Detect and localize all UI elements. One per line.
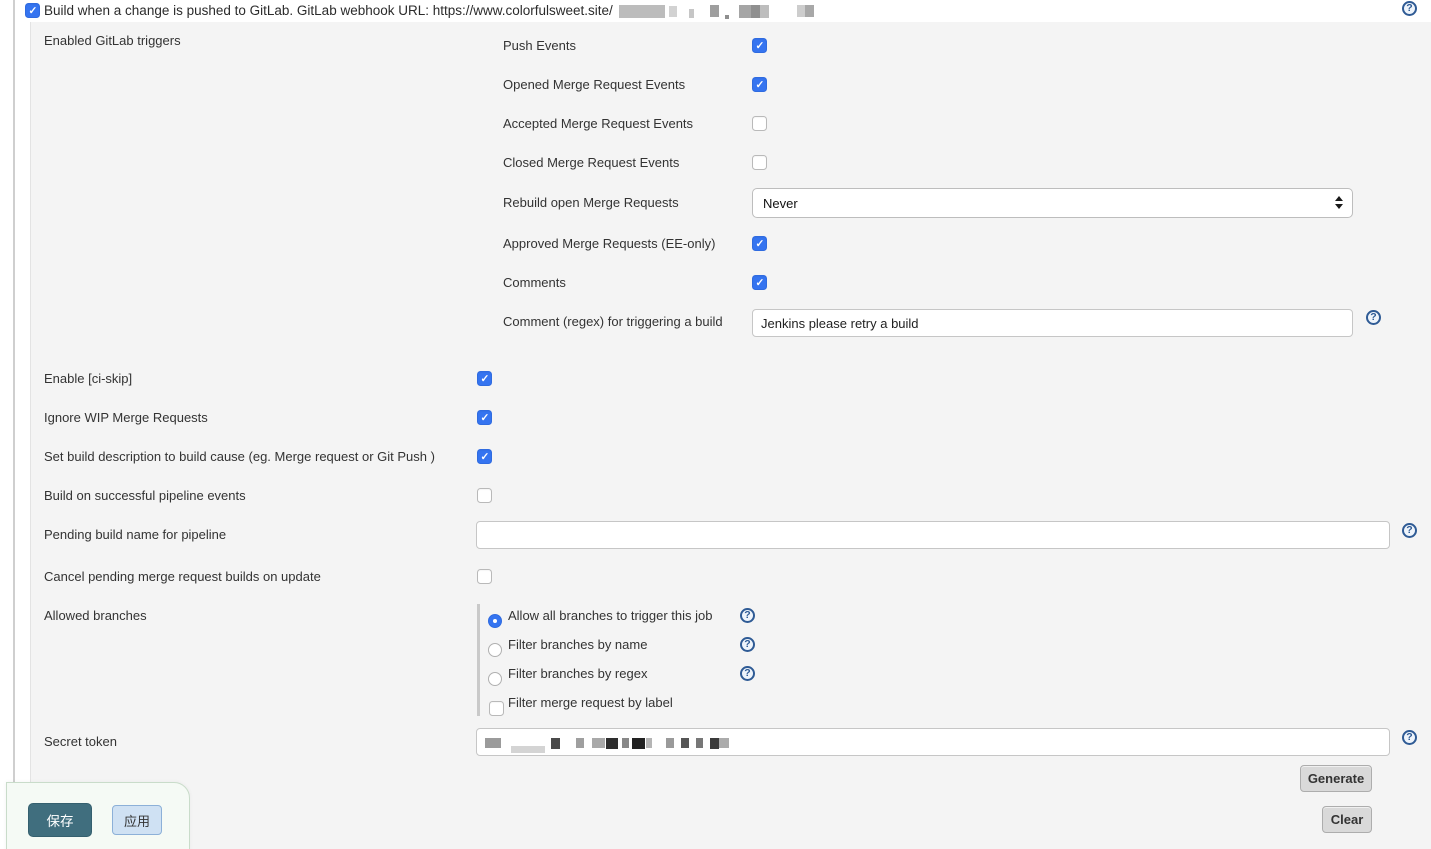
successful-pipeline-checkbox[interactable] (477, 488, 492, 503)
comment-regex-label: Comment (regex) for triggering a build (503, 314, 723, 329)
gitlab-trigger-config-page: Build when a change is pushed to GitLab.… (0, 0, 1431, 849)
filter-branches-regex-radio[interactable] (488, 672, 502, 686)
ci-skip-checkbox[interactable] (477, 371, 492, 386)
build-description-checkbox[interactable] (477, 449, 492, 464)
rebuild-open-mr-select[interactable]: Never (752, 188, 1353, 218)
allow-all-branches-radio[interactable] (488, 614, 502, 628)
config-section-background (30, 22, 1431, 849)
approved-mr-checkbox[interactable] (752, 236, 767, 251)
filter-branches-name-help-icon[interactable]: ? (740, 637, 755, 652)
opened-mr-events-checkbox[interactable] (752, 77, 767, 92)
pending-build-name-input[interactable] (476, 521, 1390, 549)
approved-mr-label: Approved Merge Requests (EE-only) (503, 236, 715, 251)
pending-build-name-label: Pending build name for pipeline (44, 527, 226, 542)
cancel-pending-checkbox[interactable] (477, 569, 492, 584)
cancel-pending-label: Cancel pending merge request builds on u… (44, 569, 321, 584)
filter-mr-label-checkbox[interactable] (489, 701, 504, 716)
successful-pipeline-label: Build on successful pipeline events (44, 488, 246, 503)
allow-all-branches-label: Allow all branches to trigger this job (508, 608, 713, 623)
filter-mr-label-label: Filter merge request by label (508, 695, 673, 710)
comment-regex-input[interactable] (752, 309, 1353, 337)
generate-button[interactable]: Generate (1300, 765, 1372, 792)
enabled-triggers-section-label: Enabled GitLab triggers (44, 33, 181, 48)
section-indent-rule (13, 0, 15, 849)
ignore-wip-label: Ignore WIP Merge Requests (44, 410, 208, 425)
filter-branches-regex-label: Filter branches by regex (508, 666, 647, 681)
filter-branches-regex-help-icon[interactable]: ? (740, 666, 755, 681)
closed-mr-events-checkbox[interactable] (752, 155, 767, 170)
ignore-wip-checkbox[interactable] (477, 410, 492, 425)
pending-build-name-help-icon[interactable]: ? (1402, 523, 1417, 538)
push-events-checkbox[interactable] (752, 38, 767, 53)
comments-label: Comments (503, 275, 566, 290)
accepted-mr-events-label: Accepted Merge Request Events (503, 116, 693, 131)
filter-branches-name-radio[interactable] (488, 643, 502, 657)
comment-regex-help-icon[interactable]: ? (1366, 310, 1381, 325)
build-trigger-checkbox[interactable] (25, 3, 40, 18)
trigger-title-label: Build when a change is pushed to GitLab.… (44, 3, 814, 18)
secret-token-redaction (485, 729, 729, 757)
apply-button[interactable]: 应用 (112, 805, 162, 835)
clear-button[interactable]: Clear (1322, 806, 1372, 833)
trigger-help-icon[interactable]: ? (1402, 1, 1417, 16)
secret-token-input[interactable] (476, 728, 1390, 756)
secret-token-label: Secret token (44, 734, 117, 749)
select-stepper-icon (1335, 196, 1343, 209)
push-events-label: Push Events (503, 38, 576, 53)
secret-token-help-icon[interactable]: ? (1402, 730, 1417, 745)
accepted-mr-events-checkbox[interactable] (752, 116, 767, 131)
ci-skip-label: Enable [ci-skip] (44, 371, 132, 386)
build-description-label: Set build description to build cause (eg… (44, 449, 435, 464)
rebuild-open-mr-label: Rebuild open Merge Requests (503, 195, 679, 210)
opened-mr-events-label: Opened Merge Request Events (503, 77, 685, 92)
allow-all-branches-help-icon[interactable]: ? (740, 608, 755, 623)
closed-mr-events-label: Closed Merge Request Events (503, 155, 679, 170)
radio-group-rule (477, 604, 480, 716)
rebuild-open-mr-selected-value: Never (763, 196, 798, 211)
comments-checkbox[interactable] (752, 275, 767, 290)
webhook-url-redaction (613, 5, 814, 18)
allowed-branches-label: Allowed branches (44, 608, 147, 623)
save-button[interactable]: 保存 (28, 803, 92, 837)
filter-branches-name-label: Filter branches by name (508, 637, 647, 652)
trigger-title-text: Build when a change is pushed to GitLab.… (44, 3, 613, 18)
